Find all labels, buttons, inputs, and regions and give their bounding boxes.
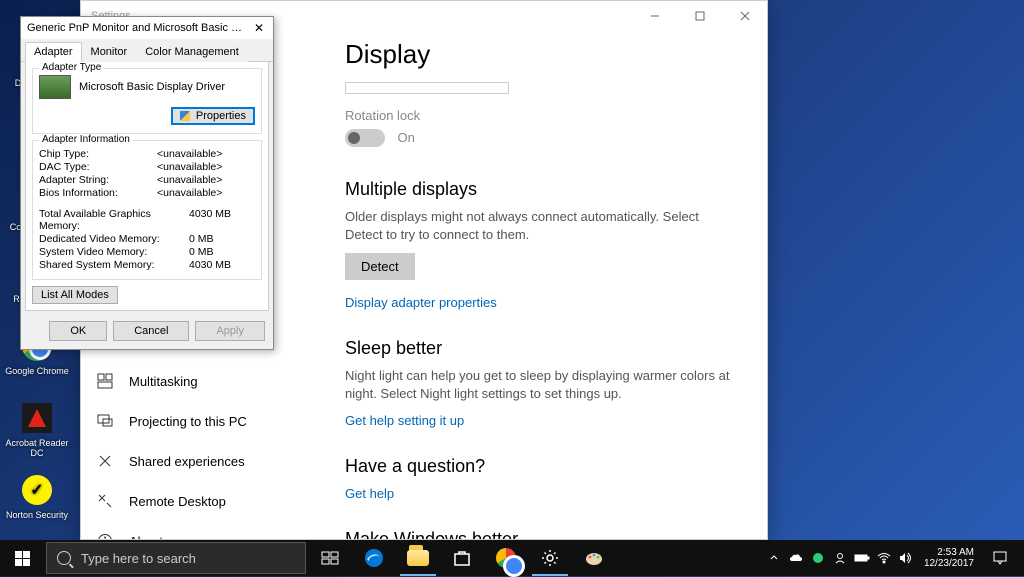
tab-color-management[interactable]: Color Management (136, 42, 248, 62)
taskbar-app-chrome[interactable] (484, 540, 528, 576)
sidebar-item-remote-desktop[interactable]: Remote Desktop (81, 481, 309, 521)
task-view-button[interactable] (308, 540, 352, 576)
tray-battery-icon[interactable] (852, 540, 872, 576)
sleep-better-heading: Sleep better (345, 338, 739, 359)
remote-desktop-icon (97, 493, 113, 509)
start-button[interactable] (0, 540, 44, 576)
maximize-button[interactable] (677, 1, 722, 31)
adapter-properties-button[interactable]: Properties (171, 107, 255, 125)
search-placeholder: Type here to search (81, 551, 196, 566)
minimize-button[interactable] (632, 1, 677, 31)
detect-button[interactable]: Detect (345, 253, 415, 280)
dialog-close-button[interactable]: ✕ (249, 19, 269, 37)
shared-experiences-icon (97, 453, 113, 469)
close-button[interactable] (722, 1, 767, 31)
multiple-displays-desc: Older displays might not always connect … (345, 208, 739, 243)
sleep-help-link[interactable]: Get help setting it up (345, 413, 464, 428)
tray-onedrive-icon[interactable] (786, 540, 806, 576)
system-tray: 2:53 AM 12/23/2017 (764, 540, 1024, 576)
taskbar-app-settings[interactable] (528, 540, 572, 576)
multitasking-icon (97, 373, 113, 389)
dialog-title: Generic PnP Monitor and Microsoft Basic … (27, 22, 249, 34)
taskbar-search[interactable]: Type here to search (46, 542, 306, 574)
taskbar-app-store[interactable] (440, 540, 484, 576)
sidebar-item-projecting[interactable]: Projecting to this PC (81, 401, 309, 441)
tray-wifi-icon[interactable] (874, 540, 894, 576)
desktop-icon-norton[interactable]: ✓Norton Security (4, 472, 70, 538)
windows-icon (15, 551, 30, 566)
taskbar-app-edge[interactable] (352, 540, 396, 576)
settings-content: Display Rotation lock On Multiple displa… (309, 31, 767, 539)
taskbar-app-file-explorer[interactable] (396, 540, 440, 576)
sleep-better-desc: Night light can help you get to sleep by… (345, 367, 739, 402)
cancel-button[interactable]: Cancel (113, 321, 189, 341)
sidebar-item-shared-experiences[interactable]: Shared experiences (81, 441, 309, 481)
adapter-chip-icon (39, 75, 71, 99)
tab-adapter[interactable]: Adapter (25, 42, 82, 62)
sidebar-item-multitasking[interactable]: Multitasking (81, 361, 309, 401)
taskbar-app-paint[interactable] (572, 540, 616, 576)
projecting-icon (97, 413, 113, 429)
ok-button[interactable]: OK (49, 321, 107, 341)
question-heading: Have a question? (345, 456, 739, 477)
about-icon (97, 533, 113, 539)
get-help-link[interactable]: Get help (345, 486, 394, 501)
action-center-button[interactable] (982, 540, 1018, 576)
adapter-tab-page: Adapter Type Microsoft Basic Display Dri… (25, 62, 269, 311)
tray-chevron-icon[interactable] (764, 540, 784, 576)
search-icon (57, 551, 71, 565)
shield-icon (180, 111, 190, 121)
taskbar-clock[interactable]: 2:53 AM 12/23/2017 (918, 547, 980, 569)
tray-volume-icon[interactable] (896, 540, 916, 576)
adapter-properties-dialog: Generic PnP Monitor and Microsoft Basic … (20, 16, 274, 350)
feedback-heading: Make Windows better (345, 529, 739, 539)
taskbar-apps (352, 540, 616, 576)
adapter-type-group: Adapter Type Microsoft Basic Display Dri… (32, 68, 262, 134)
rotation-lock-toggle[interactable] (345, 129, 385, 147)
dialog-tabs: Adapter Monitor Color Management (21, 39, 273, 62)
adapter-info-group: Adapter Information Chip Type:<unavailab… (32, 140, 262, 280)
dialog-titlebar[interactable]: Generic PnP Monitor and Microsoft Basic … (21, 17, 273, 39)
dialog-buttons: OK Cancel Apply (21, 315, 273, 349)
taskbar: Type here to search 2:53 AM 12/23/2017 (0, 540, 1024, 576)
multiple-displays-heading: Multiple displays (345, 179, 739, 200)
adapter-name: Microsoft Basic Display Driver (79, 81, 225, 93)
page-title: Display (345, 39, 739, 70)
sidebar-item-about[interactable]: About (81, 521, 309, 539)
apply-button: Apply (195, 321, 265, 341)
tab-monitor[interactable]: Monitor (82, 42, 137, 62)
desktop-icon-acrobat[interactable]: Acrobat Reader DC (4, 400, 70, 466)
rotation-lock-state: On (397, 130, 414, 145)
tray-security-icon[interactable] (808, 540, 828, 576)
list-all-modes-button[interactable]: List All Modes (32, 286, 118, 304)
tray-people-icon[interactable] (830, 540, 850, 576)
rotation-lock-label: Rotation lock (345, 108, 739, 123)
display-adapter-properties-link[interactable]: Display adapter properties (345, 295, 497, 310)
display-preview-box (345, 82, 509, 94)
